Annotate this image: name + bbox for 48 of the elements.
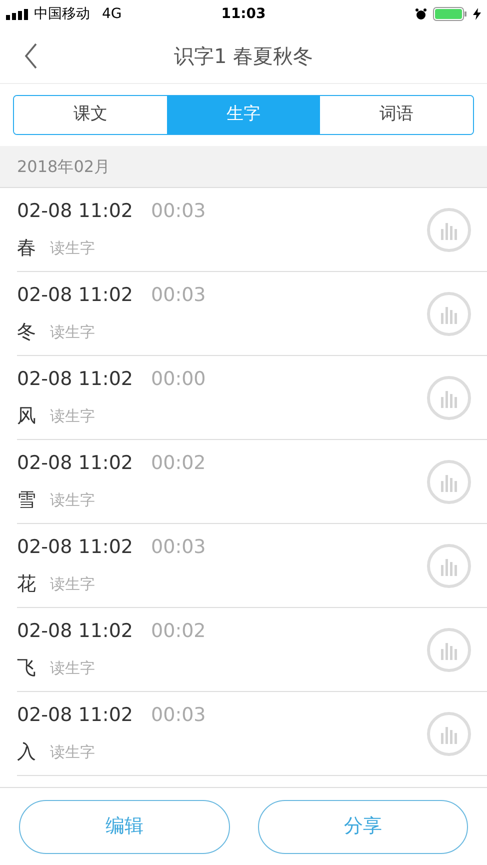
recording-time: 02-08 11:02: [17, 283, 134, 308]
recording-label: 读生字: [50, 574, 95, 594]
section-header: 2018年02月: [0, 146, 487, 188]
play-audio-button[interactable]: [427, 544, 471, 588]
recording-time: 02-08 11:02: [17, 619, 134, 644]
character-text: 春: [17, 236, 36, 260]
recording-duration: 00:03: [151, 703, 206, 728]
play-audio-button[interactable]: [427, 292, 471, 336]
battery-icon: [432, 7, 467, 21]
carrier-name: 中国移动: [34, 4, 90, 24]
alarm-clock-icon: [414, 8, 427, 20]
recording-time: 02-08 11:02: [17, 451, 134, 476]
play-audio-button[interactable]: [427, 712, 471, 756]
recording-duration: 00:03: [151, 199, 206, 224]
play-audio-button[interactable]: [427, 208, 471, 252]
signal-icon: [6, 8, 30, 20]
play-audio-button[interactable]: [427, 628, 471, 672]
recording-label: 读生字: [50, 490, 95, 510]
character-text: 冬: [17, 320, 36, 344]
back-icon: [24, 42, 38, 68]
play-audio-button[interactable]: [427, 460, 471, 504]
recording-duration: 00:03: [151, 283, 206, 308]
character-text: 雪: [17, 488, 36, 512]
network-type: 4G: [102, 4, 122, 24]
recording-time: 02-08 11:02: [17, 367, 134, 392]
character-text: 风: [17, 404, 36, 428]
status-time: 11:03: [221, 4, 266, 24]
recording-label: 读生字: [50, 658, 95, 678]
recording-time: 02-08 11:02: [17, 703, 134, 728]
recording-duration: 00:00: [151, 367, 206, 392]
recording-label: 读生字: [50, 742, 95, 762]
character-text: 飞: [17, 656, 36, 680]
footer-button[interactable]: 编辑: [19, 800, 230, 854]
charging-bolt-icon: [472, 8, 481, 20]
page-title: 识字1 春夏秋冬: [174, 42, 314, 70]
recording-duration: 00:02: [151, 619, 206, 644]
segment-tab[interactable]: 生字: [167, 96, 320, 134]
recording-time: 02-08 11:02: [17, 535, 134, 560]
recording-time: 02-08 11:02: [17, 199, 134, 224]
recording-label: 读生字: [50, 322, 95, 342]
character-text: 花: [17, 572, 36, 596]
recording-duration: 00:03: [151, 535, 206, 560]
footer-button[interactable]: 分享: [258, 800, 468, 854]
character-text: 入: [17, 740, 36, 764]
recording-label: 读生字: [50, 406, 95, 426]
recording-label: 读生字: [50, 238, 95, 258]
play-audio-button[interactable]: [427, 376, 471, 420]
recording-duration: 00:02: [151, 451, 206, 476]
